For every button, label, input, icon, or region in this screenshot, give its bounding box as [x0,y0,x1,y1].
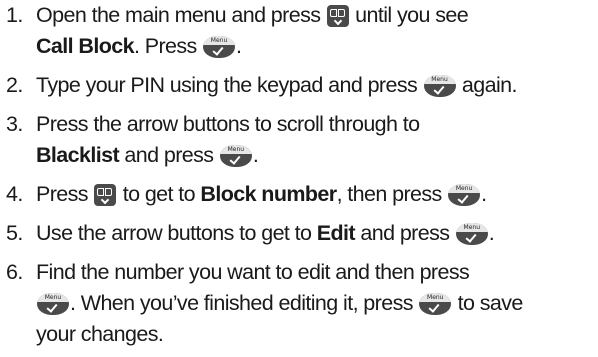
instruction-list: 1. Open the main menu and press until yo… [0,0,598,350]
step-6: 6. Find the number you want to edit and … [0,257,598,350]
step-line: Call Block. Press Menu. [36,31,598,62]
phonebook-down-arrow-icon [326,5,349,27]
menu-option-name: Block number [200,182,337,206]
step-line: Open the main menu and press until you s… [36,0,598,31]
step-text: . [236,34,242,58]
step-3: 3. Press the arrow buttons to scroll thr… [0,109,598,171]
step-1: 1. Open the main menu and press until yo… [0,0,598,62]
phonebook-down-arrow-icon [94,184,117,206]
step-number: 1. [6,3,23,27]
step-text: , then press [336,182,448,206]
step-text: Press [36,182,94,206]
step-text: Open the main menu and press [36,3,326,27]
step-line: your changes. [36,322,164,346]
step-text: to save [452,291,524,315]
step-text: Use the arrow buttons to get to [36,221,317,245]
step-text: and press [119,143,219,167]
menu-option-name: Blacklist [36,143,120,167]
step-text: to get to [117,182,201,206]
step-text: . [252,143,259,167]
step-line: Blacklist and press Menu. [36,140,598,171]
step-line: Find the number you want to edit and the… [36,260,470,284]
step-line: Menu. When you’ve finished editing it, p… [36,288,598,319]
menu-option-name: Edit [316,221,356,245]
step-text: . [488,221,495,245]
step-text: . When you’ve finished editing it, press [70,291,419,315]
step-number: 3. [6,112,23,136]
step-number: 4. [6,182,23,206]
step-line: Press the arrow buttons to scroll throug… [36,112,420,136]
step-line: Type your PIN using the keypad and press… [36,70,598,101]
step-text: and press [355,221,455,245]
step-text: . Press [133,34,203,58]
menu-ok-button-icon: Menu [423,75,456,97]
menu-option-name: Call Block [36,34,135,58]
step-4: 4. Press to get to Block number, then pr… [0,179,598,210]
step-line: Use the arrow buttons to get to Edit and… [36,218,598,249]
step-text: until you see [349,3,469,27]
menu-ok-button-icon: Menu [37,293,69,315]
menu-ok-button-icon: Menu [448,184,481,206]
step-number: 2. [6,73,23,97]
menu-ok-button-icon: Menu [455,223,488,245]
step-line: Press to get to Block number, then press… [36,179,598,210]
menu-ok-button-icon: Menu [419,293,452,315]
step-text: again. [456,73,518,97]
step-2: 2. Type your PIN using the keypad and pr… [0,70,598,101]
step-text: . [481,182,487,206]
step-number: 6. [6,260,23,284]
step-number: 5. [6,221,23,245]
step-text: Type your PIN using the keypad and press [36,73,423,97]
step-5: 5. Use the arrow buttons to get to Edit … [0,218,598,249]
menu-ok-button-icon: Menu [203,36,236,58]
menu-ok-button-icon: Menu [219,145,252,167]
